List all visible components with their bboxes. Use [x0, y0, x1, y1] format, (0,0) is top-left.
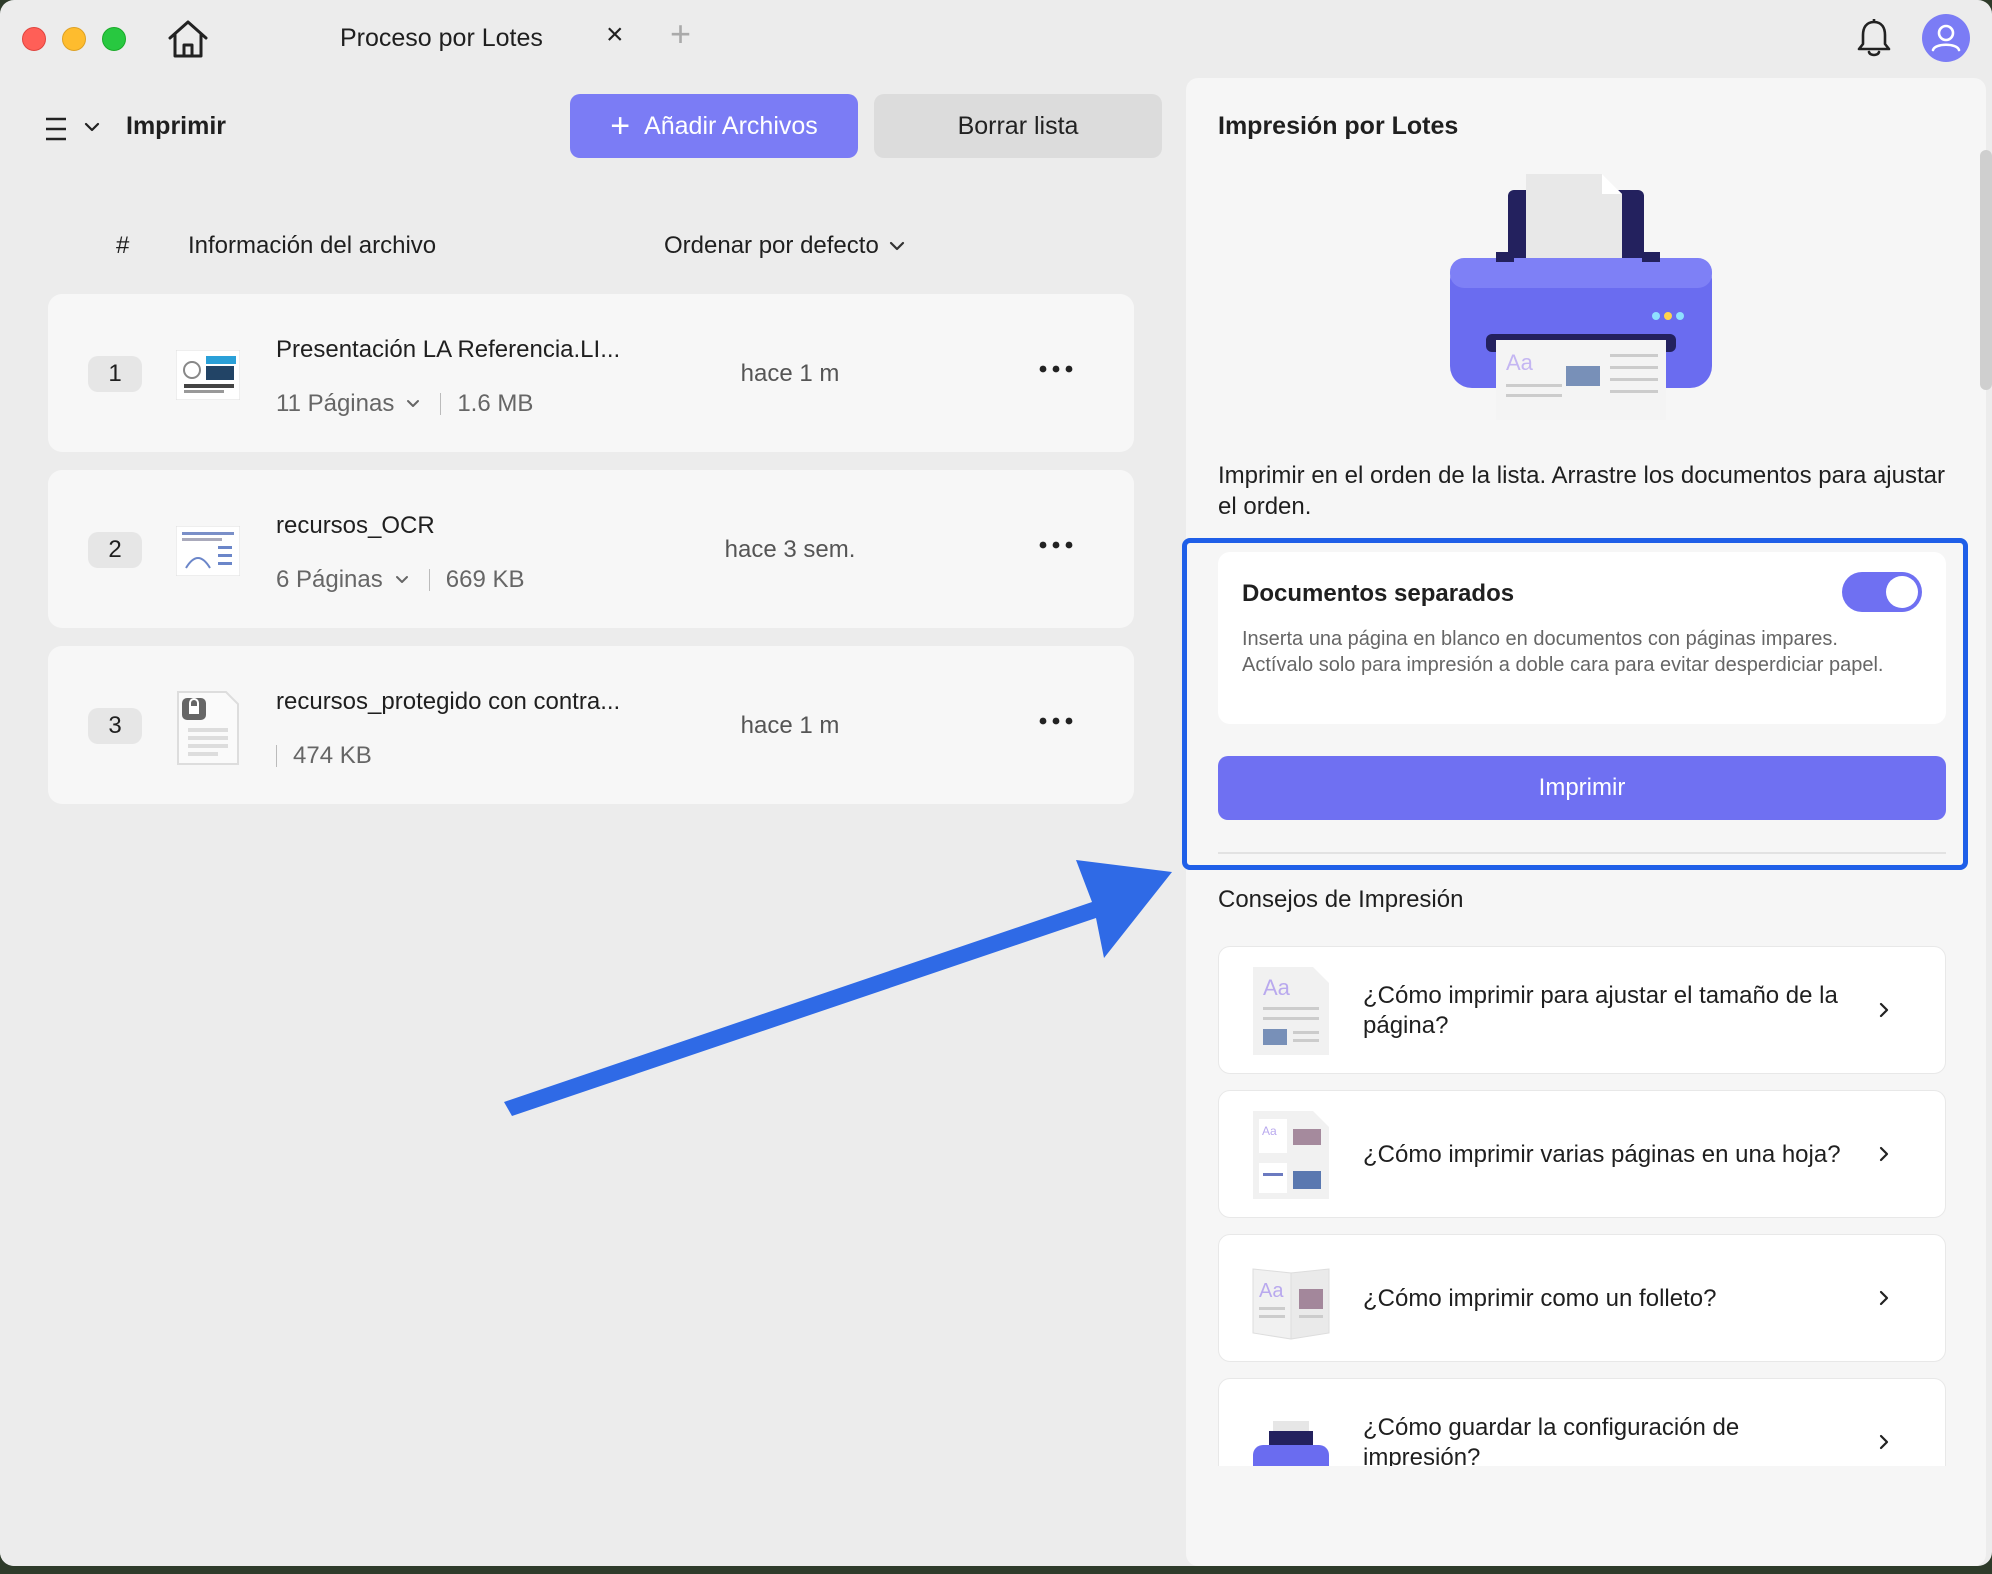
panel-title: Impresión por Lotes: [1218, 112, 1459, 140]
meta-separator: [276, 745, 277, 767]
chevron-right-icon: [1879, 1290, 1889, 1306]
file-thumbnail: [176, 526, 240, 576]
avatar[interactable]: [1922, 14, 1970, 62]
plus-icon: +: [610, 107, 631, 145]
more-icon[interactable]: [1038, 716, 1074, 726]
chevron-down-icon: [889, 241, 904, 251]
file-name: recursos_OCR: [276, 512, 435, 539]
file-meta: 474 KB: [276, 742, 372, 770]
file-row[interactable]: 3 recursos_protegido con contra... 474 K…: [48, 646, 1134, 804]
file-size: 1.6 MB: [457, 390, 534, 417]
file-meta: 11 Páginas 1.6 MB: [276, 390, 533, 418]
tip-card[interactable]: ¿Cómo guardar la configuración de impres…: [1218, 1378, 1946, 1466]
tip-card[interactable]: Aa ¿Cómo imprimir para ajustar el tamaño…: [1218, 946, 1946, 1074]
file-modified-time: hace 1 m: [740, 360, 840, 387]
booklet-icon: Aa: [1252, 1268, 1330, 1340]
illustration-aa-text: Aa: [1506, 350, 1534, 375]
printer-settings-icon: [1253, 1421, 1329, 1466]
meta-separator: [428, 569, 430, 591]
sort-label: Ordenar por defecto: [664, 232, 879, 259]
file-row[interactable]: 1 Presentación LA Referencia.LI... 11 Pá…: [48, 294, 1134, 452]
tab-proceso-por-lotes[interactable]: Proceso por Lotes: [340, 24, 543, 53]
file-name: recursos_protegido con contra...: [276, 688, 621, 715]
add-files-button[interactable]: + Añadir Archivos: [570, 94, 858, 158]
fit-page-icon: Aa: [1253, 967, 1329, 1055]
clear-list-button[interactable]: Borrar lista: [874, 94, 1162, 158]
tip-thumb-text: Aa: [1263, 975, 1291, 1000]
row-number: 3: [88, 708, 142, 744]
file-size: 669 KB: [445, 566, 525, 593]
locked-file-icon: [177, 691, 239, 765]
chevron-right-icon: [1879, 1146, 1889, 1162]
page-count[interactable]: 11 Páginas: [276, 390, 394, 418]
annotation-arrow-icon: [504, 860, 1172, 1116]
tip-text: ¿Cómo imprimir como un folleto?: [1363, 1285, 1717, 1312]
file-meta: 6 Páginas 669 KB: [276, 566, 524, 594]
bell-icon[interactable]: [1856, 18, 1892, 58]
mode-title: Imprimir: [126, 112, 227, 140]
user-icon: [1931, 24, 1961, 52]
chevron-right-icon: [1879, 1002, 1889, 1018]
file-modified-time: hace 1 m: [740, 712, 840, 739]
column-header-file-info: Información del archivo: [188, 232, 437, 259]
file-row[interactable]: 2 recursos_OCR 6 Páginas 669 KB hace 3 s…: [48, 470, 1134, 628]
add-files-label: Añadir Archivos: [644, 111, 818, 140]
close-window-button[interactable]: [22, 27, 46, 51]
close-tab-button[interactable]: ×: [606, 20, 624, 50]
app-window: Proceso por Lotes × + Imprimir + Añadir: [0, 0, 1992, 1566]
printer-illustration: Aa: [1450, 174, 1712, 420]
meta-separator: [440, 393, 442, 415]
file-name: Presentación LA Referencia.LI...: [276, 336, 621, 363]
more-icon[interactable]: [1038, 540, 1074, 550]
chevron-down-icon[interactable]: [84, 120, 100, 134]
page-count[interactable]: 6 Páginas: [276, 566, 383, 594]
chevron-down-icon[interactable]: [406, 398, 420, 410]
tip-thumb-text: Aa: [1262, 1124, 1277, 1138]
chevron-down-icon[interactable]: [395, 574, 409, 586]
tip-card[interactable]: Aa ¿Cómo imprimir varias páginas en una …: [1218, 1090, 1946, 1218]
zoom-window-button[interactable]: [102, 27, 126, 51]
tips-title: Consejos de Impresión: [1218, 886, 1464, 913]
file-size: 474 KB: [293, 742, 372, 769]
new-tab-button[interactable]: +: [670, 16, 691, 52]
tip-card[interactable]: Aa ¿Cómo imprimir como un folleto?: [1218, 1234, 1946, 1362]
title-bar: Proceso por Lotes × +: [0, 0, 1992, 78]
tip-text: ¿Cómo imprimir para ajustar el tamaño de…: [1363, 982, 1838, 1039]
tip-thumb-text: Aa: [1259, 1280, 1284, 1302]
scrollbar[interactable]: [1980, 150, 1992, 390]
menu-icon[interactable]: [44, 114, 68, 144]
file-modified-time: hace 3 sem.: [724, 536, 856, 563]
chevron-right-icon: [1879, 1434, 1889, 1450]
panel-description: Imprimir en el orden de la lista. Arrast…: [1218, 462, 1945, 520]
highlight-box: [1182, 538, 1968, 870]
file-list-panel: Imprimir + Añadir Archivos Borrar lista …: [0, 78, 1178, 1566]
multiple-pages-icon: Aa: [1253, 1111, 1329, 1199]
sort-dropdown[interactable]: Ordenar por defecto: [664, 232, 905, 260]
tip-text: ¿Cómo imprimir varias páginas en una hoj…: [1363, 1141, 1841, 1168]
column-header-number: #: [116, 232, 130, 259]
home-icon[interactable]: [166, 18, 210, 60]
row-number: 1: [88, 356, 142, 392]
tip-text: ¿Cómo guardar la configuración de impres…: [1363, 1414, 1740, 1466]
row-number: 2: [88, 532, 142, 568]
more-icon[interactable]: [1038, 364, 1074, 374]
file-thumbnail: [176, 350, 240, 400]
minimize-window-button[interactable]: [62, 27, 86, 51]
